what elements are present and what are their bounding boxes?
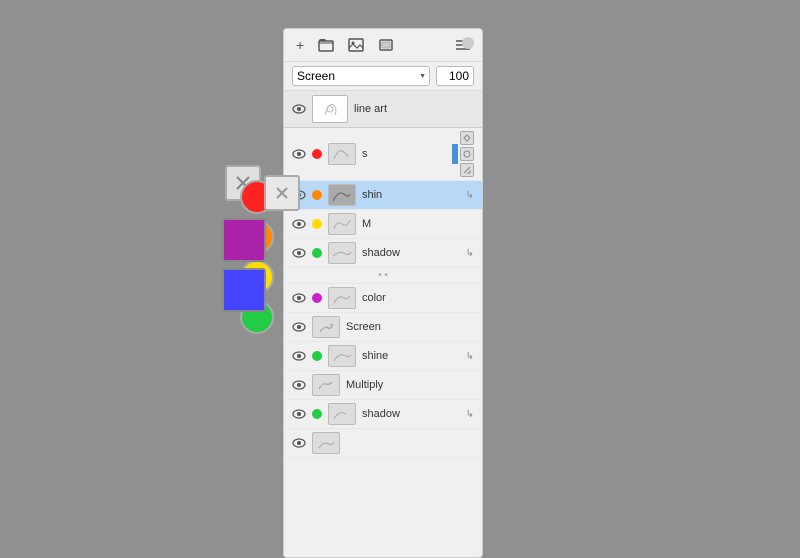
blend-icon-bot[interactable]: [460, 163, 474, 177]
clip-icon-shadow2: ↳: [466, 409, 474, 420]
layer-thumbnail-group: [312, 95, 348, 123]
layer-dot-shadow1: [312, 248, 322, 258]
layer-group-header-top: line art: [284, 91, 482, 128]
layers-list: s: [284, 128, 482, 557]
clip-icon-shin: ↳: [466, 190, 474, 201]
thumbnail-m: [328, 213, 356, 235]
thumbnail-shadow2: [328, 403, 356, 425]
visibility-icon-multiply[interactable]: [292, 378, 306, 392]
thumbnail-multiply: [312, 374, 340, 396]
thumbnail-last: [312, 432, 340, 454]
clip-icon-shine: ↳: [466, 351, 474, 362]
blend-opacity-row: Screen: [284, 62, 482, 91]
panel-toolbar: +: [284, 29, 482, 62]
thumbnail-shine: [328, 345, 356, 367]
layer-name-shadow1: shadow: [362, 247, 460, 259]
layer-name-shine: shine: [362, 350, 460, 362]
thumbnail-screen: [312, 316, 340, 338]
layer-item-color[interactable]: color: [284, 284, 482, 313]
visibility-icon-m[interactable]: [292, 217, 306, 231]
layer-item-last[interactable]: [284, 429, 482, 458]
visibility-icon-shadow2[interactable]: [292, 407, 306, 421]
thumbnail-shin: [328, 184, 356, 206]
layer-name-color: color: [362, 292, 474, 304]
layer-item-shin[interactable]: shin ↳: [284, 181, 482, 210]
layer-item-shadow1[interactable]: shadow ↳: [284, 239, 482, 268]
visibility-icon-color[interactable]: [292, 291, 306, 305]
layer-dot-s: [312, 149, 322, 159]
big-swatch-purple[interactable]: [222, 218, 266, 262]
add-layer-button[interactable]: +: [292, 35, 308, 55]
layer-item-shine[interactable]: shine ↳: [284, 342, 482, 371]
image-button[interactable]: [344, 36, 368, 54]
visibility-icon-last[interactable]: [292, 436, 306, 450]
visibility-icon-s[interactable]: [292, 147, 306, 161]
blend-mode-select[interactable]: Screen: [292, 66, 430, 86]
small-square-x[interactable]: [264, 175, 300, 211]
opacity-input[interactable]: [436, 66, 474, 86]
layer-item-s[interactable]: s: [284, 128, 482, 181]
layer-item-multiply[interactable]: Multiply: [284, 371, 482, 400]
layer-name-multiply: Multiply: [346, 379, 474, 391]
clip-icon-shadow1: ↳: [466, 248, 474, 259]
layer-name-s: s: [362, 148, 446, 160]
layer-name-m: M: [362, 218, 474, 230]
layer-name-lineart: line art: [354, 103, 474, 115]
layers-panel: +: [283, 28, 483, 558]
layer-name-shadow2: shadow: [362, 408, 460, 420]
visibility-icon[interactable]: [292, 102, 306, 116]
layer-item-m[interactable]: M: [284, 210, 482, 239]
visibility-icon-shine[interactable]: [292, 349, 306, 363]
panel-close-button[interactable]: [462, 37, 474, 49]
layer-item-screen[interactable]: Screen: [284, 313, 482, 342]
visibility-icon-screen[interactable]: [292, 320, 306, 334]
blend-mode-wrapper: Screen: [292, 66, 430, 86]
thumbnail-s: [328, 143, 356, 165]
thumbnail-shadow1: [328, 242, 356, 264]
layer-dot-shin: [312, 190, 322, 200]
layer-dot-color: [312, 293, 322, 303]
blend-bar: [452, 144, 458, 164]
layer-button[interactable]: [374, 36, 398, 54]
folder-button[interactable]: [314, 36, 338, 54]
big-swatch-blue[interactable]: [222, 268, 266, 312]
visibility-icon-shadow1[interactable]: [292, 246, 306, 260]
blend-icon-top[interactable]: [460, 131, 474, 145]
layer-item-shadow2[interactable]: shadow ↳: [284, 400, 482, 429]
thumbnail-color: [328, 287, 356, 309]
layer-item-spacer: • •: [284, 268, 482, 284]
layer-name-screen: Screen: [346, 321, 474, 333]
layer-dot-m: [312, 219, 322, 229]
layer-name-shin: shin: [362, 189, 460, 201]
blend-icon-mid[interactable]: [460, 147, 474, 161]
spacer-dots: • •: [378, 270, 388, 281]
layer-dot-shadow2: [312, 409, 322, 419]
layer-dot-shine: [312, 351, 322, 361]
